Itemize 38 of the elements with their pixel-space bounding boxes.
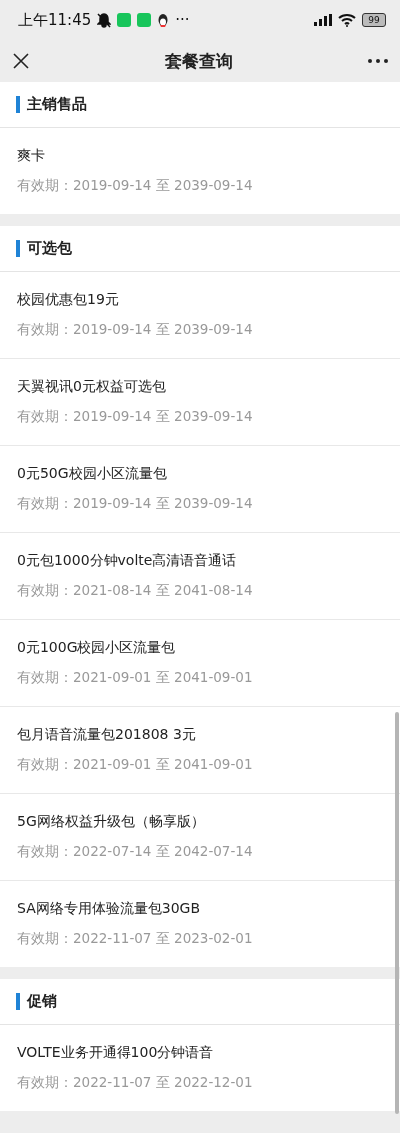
package-name: 0元包1000分钟volte高清语音通话	[17, 552, 238, 570]
validity-period: 有效期：2021-09-01 至 2041-09-01	[17, 669, 254, 687]
page-title: 套餐查询	[164, 49, 234, 73]
more-notifications: ···	[175, 11, 190, 29]
validity-period: 有效期：2022-11-07 至 2022-12-01	[17, 1074, 254, 1092]
section-title: 促销	[27, 992, 57, 1011]
penguin-icon	[157, 13, 170, 27]
package-name: 天翼视讯0元权益可选包	[17, 378, 167, 396]
accent-bar	[16, 96, 20, 113]
validity-period: 有效期：2022-11-07 至 2023-02-01	[17, 930, 254, 948]
more-icon[interactable]	[368, 59, 388, 63]
validity-period: 有效期：2019-09-14 至 2039-09-14	[17, 408, 254, 426]
battery-indicator: 99	[362, 13, 386, 27]
accent-bar	[16, 993, 20, 1010]
package-name: 0元100G校园小区流量包	[17, 639, 177, 657]
validity-period: 有效期：2021-08-14 至 2041-08-14	[17, 582, 254, 600]
status-time: 上午11:45	[18, 10, 92, 30]
signal-icon	[314, 14, 332, 26]
chat-app-icon	[137, 13, 152, 27]
wifi-icon	[338, 13, 356, 27]
validity-period: 有效期：2019-09-14 至 2039-09-14	[17, 177, 254, 195]
package-name: SA网络专用体验流量包30GB	[17, 900, 201, 918]
accent-bar	[16, 240, 20, 257]
package-name: 0元50G校园小区流量包	[17, 465, 168, 483]
validity-period: 有效期：2021-09-01 至 2041-09-01	[17, 756, 254, 774]
package-name: 校园优惠包19元	[17, 291, 120, 309]
validity-period: 有效期：2019-09-14 至 2039-09-14	[17, 321, 254, 339]
package-name: 爽卡	[17, 147, 46, 165]
package-name: 包月语音流量包201808 3元	[17, 726, 197, 744]
package-name: 5G网络权益升级包（畅享版）	[17, 813, 206, 831]
close-icon[interactable]	[12, 52, 30, 70]
validity-period: 有效期：2019-09-14 至 2039-09-14	[17, 495, 254, 513]
validity-period: 有效期：2022-07-14 至 2042-07-14	[17, 843, 254, 861]
message-app-icon	[117, 13, 132, 27]
package-name: VOLTE业务开通得100分钟语音	[17, 1044, 215, 1062]
section-title: 主销售品	[27, 95, 87, 114]
muted-bell-icon	[97, 12, 112, 28]
section-title: 可选包	[27, 239, 72, 258]
